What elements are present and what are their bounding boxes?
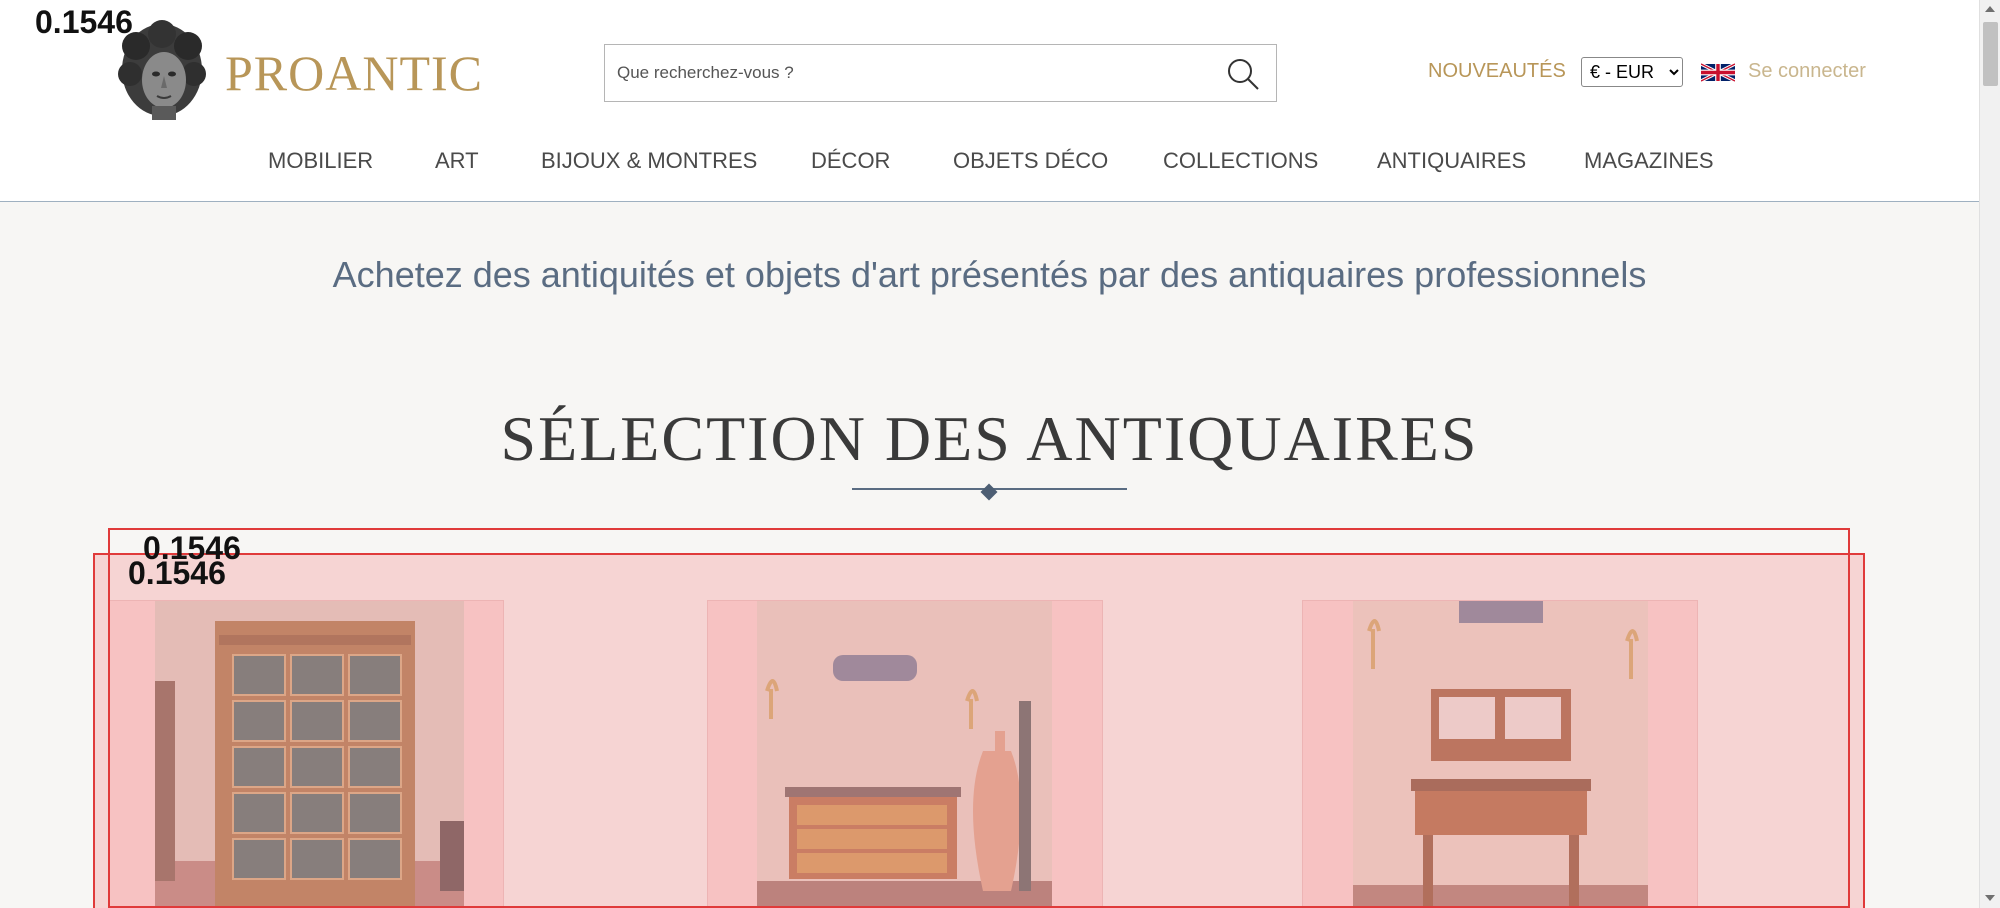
nav-item-magazines[interactable]: MAGAZINES bbox=[1584, 148, 1714, 174]
nav-item-art[interactable]: ART bbox=[435, 148, 479, 174]
scroll-up-arrow-icon[interactable] bbox=[1985, 6, 1995, 12]
nav-item-antiquaires[interactable]: ANTIQUAIRES bbox=[1377, 148, 1526, 174]
highlight-box-inner bbox=[93, 553, 1865, 908]
currency-select[interactable]: € - EUR bbox=[1581, 57, 1683, 87]
search-input[interactable] bbox=[617, 45, 1197, 101]
section-title: SÉLECTION DES ANTIQUAIRES bbox=[500, 403, 1479, 474]
nav-item-decor[interactable]: DÉCOR bbox=[811, 148, 890, 174]
scroll-thumb[interactable] bbox=[1983, 22, 1998, 86]
scroll-down-arrow-icon[interactable] bbox=[1985, 895, 1995, 901]
search-box bbox=[604, 44, 1277, 102]
nav-item-bijoux-montres[interactable]: BIJOUX & MONTRES bbox=[541, 148, 757, 174]
nav-item-collections[interactable]: COLLECTIONS bbox=[1163, 148, 1318, 174]
login-link[interactable]: Se connecter bbox=[1748, 60, 1866, 83]
main-nav: MOBILIER ART BIJOUX & MONTRES DÉCOR OBJE… bbox=[0, 148, 1979, 178]
overlay-score-grid-2: 0.1546 bbox=[128, 555, 226, 591]
nav-item-objets-deco[interactable]: OBJETS DÉCO bbox=[953, 148, 1108, 174]
site-header: PROANTIC NOUVEAUTÉS € - EUR Se connecter… bbox=[0, 0, 1979, 202]
vertical-scrollbar[interactable] bbox=[1979, 0, 2000, 908]
page-tagline: Achetez des antiquités et objets d'art p… bbox=[332, 254, 1647, 295]
search-icon[interactable] bbox=[1226, 57, 1260, 91]
uk-flag-icon[interactable] bbox=[1701, 60, 1735, 85]
logo-text[interactable]: PROANTIC bbox=[225, 44, 483, 102]
nouveautes-link[interactable]: NOUVEAUTÉS bbox=[1428, 60, 1566, 83]
divider-diamond-icon bbox=[980, 483, 998, 501]
overlay-score-logo: 0.1546 bbox=[35, 4, 133, 40]
nav-item-mobilier[interactable]: MOBILIER bbox=[268, 148, 373, 174]
